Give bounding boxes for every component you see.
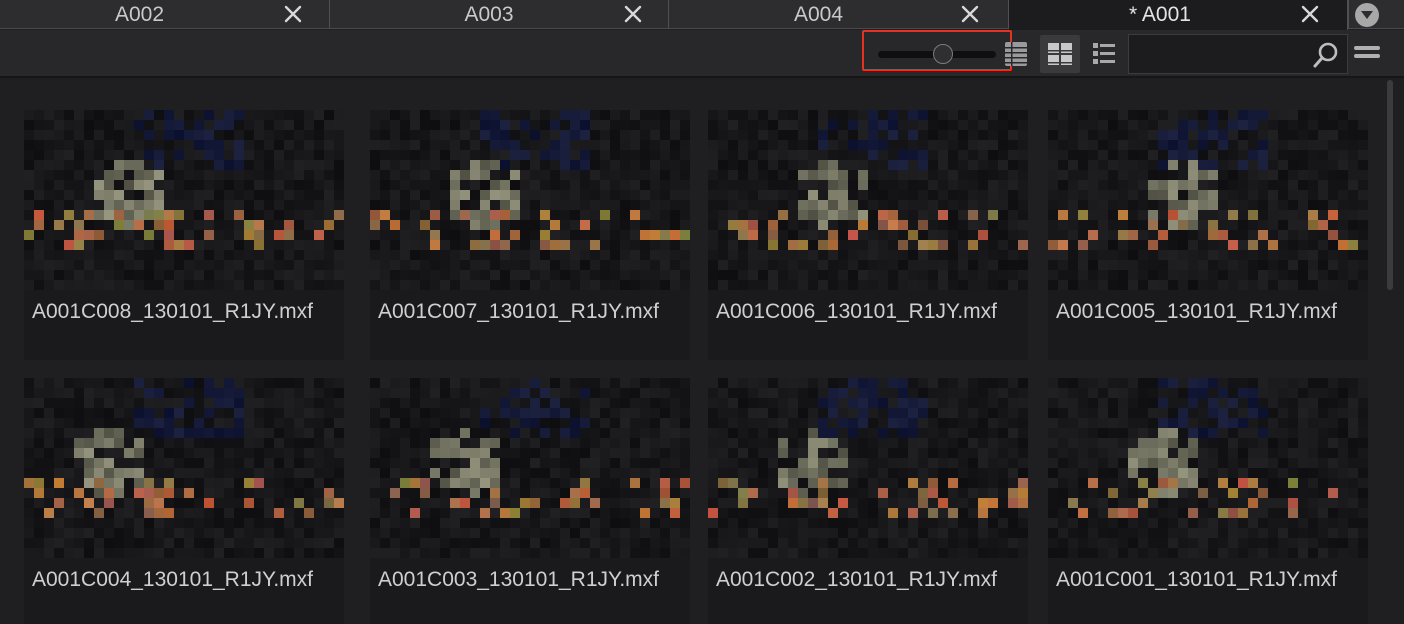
clip-filename-label: A001C004_130101_R1JY.mxf	[32, 568, 313, 591]
tab-a004[interactable]: A004	[669, 0, 1009, 29]
grid-view-icon	[1048, 43, 1072, 65]
media-pool-toolbar	[0, 30, 1404, 78]
clip-filename-label: A001C005_130101_R1JY.mxf	[1056, 300, 1337, 323]
clip-filename-label: A001C006_130101_R1JY.mxf	[716, 300, 997, 323]
close-icon[interactable]	[620, 1, 646, 27]
bin-tab-bar: A002 A003 A004 * A001	[0, 0, 1404, 30]
clip-thumbnail-image	[24, 378, 344, 558]
clip-thumbnail-card[interactable]: A001C008_130101_R1JY.mxf	[24, 110, 344, 360]
options-menu-button[interactable]	[1352, 40, 1382, 64]
tab-overflow-menu-button[interactable]	[1348, 0, 1384, 29]
tab-label: A003	[464, 2, 514, 26]
hamburger-icon	[1354, 46, 1380, 58]
clip-filename-label: A001C003_130101_R1JY.mxf	[378, 568, 659, 591]
thumbnail-zoom-slider-highlight	[862, 30, 1012, 71]
close-icon[interactable]	[957, 1, 983, 27]
tab-a001[interactable]: * A001	[1009, 0, 1348, 30]
tab-a002[interactable]: A002	[0, 0, 330, 29]
clip-thumbnail-image	[708, 378, 1028, 558]
tab-label: * A001	[1129, 3, 1191, 26]
close-icon[interactable]	[280, 1, 306, 27]
clip-filename-label: A001C002_130101_R1JY.mxf	[716, 568, 997, 591]
clip-thumbnail-card[interactable]: A001C004_130101_R1JY.mxf	[24, 378, 344, 624]
clip-thumbnail-card[interactable]: A001C003_130101_R1JY.mxf	[370, 378, 690, 624]
clip-thumbnail-image	[1048, 378, 1368, 558]
clip-filename-label: A001C008_130101_R1JY.mxf	[32, 300, 313, 323]
tab-label: A002	[114, 2, 165, 26]
clip-thumbnail-image	[708, 110, 1028, 290]
clip-thumbnail-image	[1048, 110, 1368, 290]
close-icon[interactable]	[1297, 1, 1323, 27]
search-field[interactable]	[1128, 34, 1348, 74]
clip-thumbnail-card[interactable]: A001C002_130101_R1JY.mxf	[708, 378, 1028, 624]
tab-a003[interactable]: A003	[330, 0, 669, 29]
list-view-button[interactable]	[1084, 35, 1124, 73]
clip-thumbnail-card[interactable]: A001C006_130101_R1JY.mxf	[708, 110, 1028, 360]
clip-thumbnail-card[interactable]: A001C005_130101_R1JY.mxf	[1048, 110, 1368, 360]
clip-thumbnail-grid: A001C008_130101_R1JY.mxf A001C007_130101_…	[0, 80, 1404, 624]
slider-handle[interactable]	[932, 44, 953, 64]
clip-thumbnail-image	[24, 110, 344, 290]
clip-filename-label: A001C007_130101_R1JY.mxf	[378, 300, 659, 323]
search-icon[interactable]	[1311, 40, 1341, 70]
clip-filename-label: A001C001_130101_R1JY.mxf	[1056, 568, 1337, 591]
filmstrip-view-icon	[1005, 42, 1027, 66]
clip-thumbnail-image	[370, 378, 690, 558]
list-view-icon	[1093, 43, 1115, 64]
grid-view-button[interactable]	[1040, 35, 1080, 73]
media-pool-window: A002 A003 A004 * A001 A001C008_130101_R1…	[0, 0, 1404, 624]
clip-thumbnail-image	[370, 110, 690, 290]
vertical-scrollbar[interactable]	[1387, 80, 1393, 290]
tab-label: A004	[793, 2, 844, 26]
clip-thumbnail-card[interactable]: A001C007_130101_R1JY.mxf	[370, 110, 690, 360]
chevron-down-icon	[1354, 2, 1379, 27]
filmstrip-view-button[interactable]	[996, 35, 1036, 73]
clip-thumbnail-card[interactable]: A001C001_130101_R1JY.mxf	[1048, 378, 1368, 624]
